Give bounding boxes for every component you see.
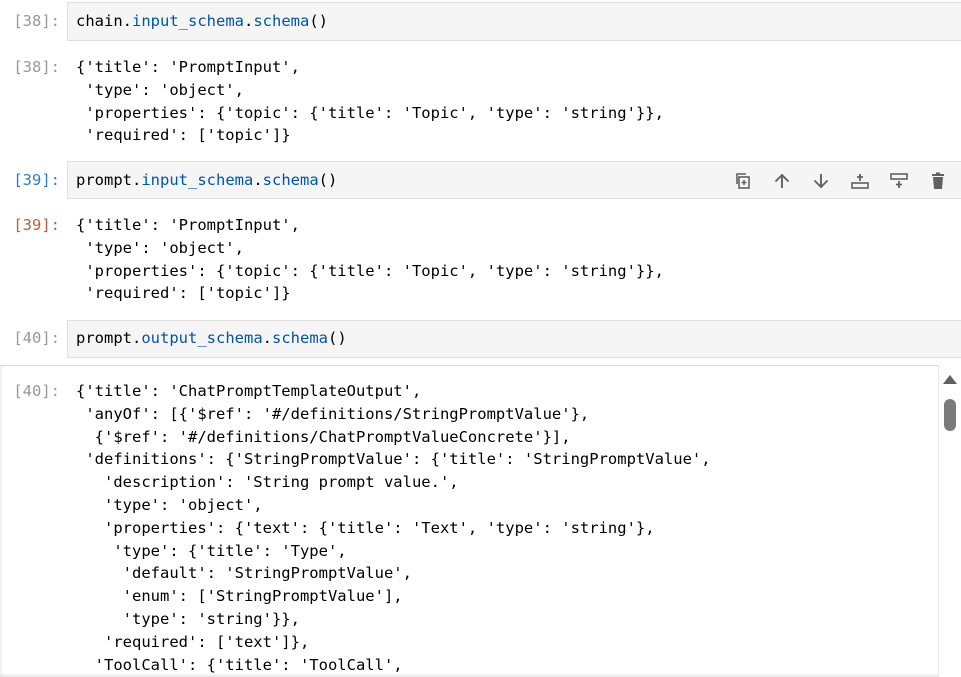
insert-below-icon (889, 172, 908, 188)
code-call: () (328, 329, 347, 347)
output-line: 'type': 'object', (76, 238, 244, 257)
output-line: 'type': 'string'}}, (76, 609, 300, 628)
input-prompt: [39]: (13, 171, 60, 189)
insert-above-button[interactable] (840, 166, 879, 196)
insert-above-icon (850, 173, 869, 189)
output-line: 'required': ['topic']} (76, 284, 291, 303)
output-line: 'required': ['text']}, (76, 632, 310, 651)
move-up-icon (774, 173, 789, 188)
input-prompt: [38]: (13, 12, 60, 30)
move-down-button[interactable] (801, 166, 840, 196)
output-line: 'type': {'title': 'Type', (76, 541, 347, 560)
output-line: 'default': 'StringPromptValue', (76, 564, 412, 583)
output-line: 'required': ['topic']} (76, 126, 291, 145)
code-line[interactable]: prompt.input_schema.schema() (76, 169, 337, 192)
output-prompt: [40]: (13, 382, 60, 400)
move-down-icon (813, 173, 828, 188)
code-method: schema (262, 171, 319, 189)
output-line: 'properties': {'topic': {'title': 'Topic… (76, 103, 664, 122)
output-line: 'type': 'object', (76, 495, 263, 514)
output-scrollbar[interactable] (938, 365, 961, 677)
output-prompt: [38]: (13, 58, 60, 76)
move-up-button[interactable] (762, 166, 801, 196)
output-line: 'description': 'String prompt value.', (76, 473, 459, 492)
output-text: {'title': 'PromptInput', 'type': 'object… (76, 214, 664, 305)
input-prompt: [40]: (13, 329, 60, 347)
output-line: {'title': 'PromptInput', (76, 216, 300, 234)
cell-toolbar (723, 162, 957, 199)
cell-38[interactable]: [38]: chain.input_schema.schema() [38]: … (0, 0, 961, 160)
code-attribute: input_schema (141, 171, 254, 189)
notebook: [38]: chain.input_schema.schema() [38]: … (0, 0, 961, 677)
cell-39[interactable]: [39]: prompt.input_schema.schema() [39]:… (0, 160, 961, 320)
output-line: {'title': 'PromptInput', (76, 58, 300, 76)
code-attribute: input_schema (132, 12, 244, 30)
code-method: schema (272, 329, 329, 347)
output-line: {'$ref': '#/definitions/ChatPromptValueC… (76, 427, 571, 446)
code-call: () (318, 171, 338, 189)
code-object: chain (76, 12, 123, 30)
delete-button[interactable] (918, 166, 957, 196)
code-attribute: output_schema (141, 329, 263, 347)
output-line: 'properties': {'text': {'title': 'Text',… (76, 518, 655, 537)
output-text: {'title': 'ChatPromptTemplateOutput', 'a… (76, 380, 711, 676)
code-object: prompt (76, 329, 132, 347)
code-line[interactable]: prompt.output_schema.schema() (76, 327, 347, 350)
scroll-up-arrow-icon[interactable] (943, 375, 957, 384)
output-line: 'enum': ['StringPromptValue'], (76, 587, 403, 606)
output-text: {'title': 'PromptInput', 'type': 'object… (76, 56, 664, 147)
insert-below-button[interactable] (879, 166, 918, 196)
delete-icon (931, 172, 944, 189)
output-line: 'definitions': {'StringPromptValue': {'t… (76, 450, 711, 469)
code-call: () (309, 12, 329, 30)
code-line[interactable]: chain.input_schema.schema() (76, 10, 328, 33)
scroll-thumb[interactable] (944, 399, 956, 431)
output-line: {'title': 'ChatPromptTemplateOutput', (76, 382, 422, 400)
output-prompt: [39]: (13, 216, 60, 234)
code-object: prompt (76, 171, 132, 189)
output-line: 'anyOf': [{'$ref': '#/definitions/String… (76, 404, 590, 423)
output-line: 'properties': {'topic': {'title': 'Topic… (76, 261, 664, 280)
output-line: 'ToolCall': {'title': 'ToolCall', (76, 655, 403, 674)
code-method: schema (253, 12, 310, 30)
output-line: 'type': 'object', (76, 80, 244, 99)
duplicate-icon (735, 172, 750, 189)
duplicate-button[interactable] (723, 166, 762, 196)
